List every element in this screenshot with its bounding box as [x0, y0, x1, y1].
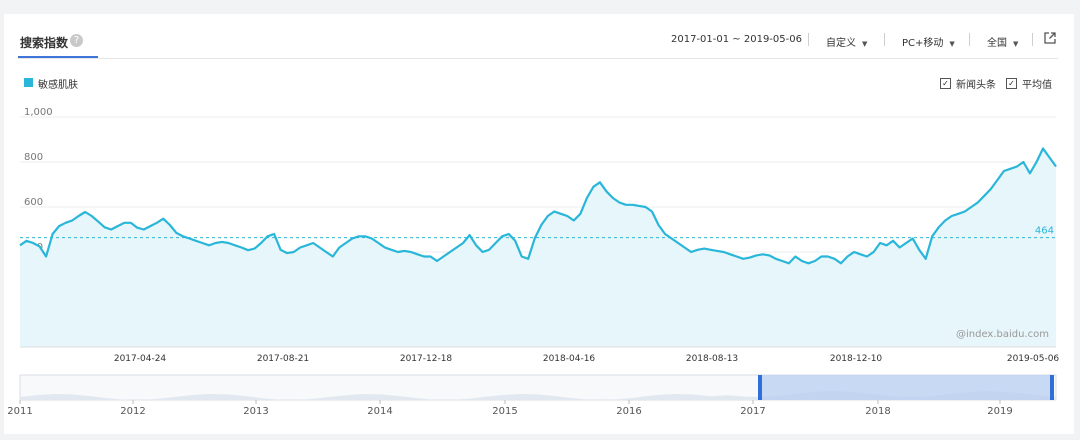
y-tick-label: 1,000: [24, 107, 53, 118]
navigator-year-label: 2018: [865, 406, 890, 417]
navigator-year-label: 2014: [367, 406, 392, 417]
average-label: 464: [1035, 226, 1054, 237]
x-tick-label: 2018-08-13: [686, 354, 738, 364]
navigator-year-label: 2015: [492, 406, 517, 417]
navigator-year-label: 2019: [987, 406, 1012, 417]
navigator-year-label: 2016: [616, 406, 641, 417]
x-tick-label: 2017-08-21: [257, 354, 309, 364]
y-tick-label: 600: [24, 197, 43, 208]
x-tick-label: 2018-04-16: [543, 354, 596, 364]
navigator-year-label: 2011: [7, 406, 32, 417]
x-tick-label: 2018-12-10: [830, 354, 883, 364]
navigator-year-label: 2013: [243, 406, 268, 417]
x-tick-label: 2019-05-06: [1007, 354, 1060, 364]
navigator-year-label: 2012: [120, 406, 145, 417]
x-tick-label: 2017-04-24: [114, 354, 167, 364]
search-index-chart[interactable]: 2004006008001,000464@index.baidu.com2017…: [0, 0, 1080, 440]
watermark: @index.baidu.com: [956, 329, 1049, 340]
navigator-selected-range: [760, 375, 1054, 400]
navigator-right-handle[interactable]: [1050, 375, 1054, 400]
navigator-year-label: 2017: [740, 406, 765, 417]
y-tick-label: 800: [24, 152, 43, 163]
x-tick-label: 2017-12-18: [400, 354, 453, 364]
navigator-left-handle[interactable]: [758, 375, 762, 400]
